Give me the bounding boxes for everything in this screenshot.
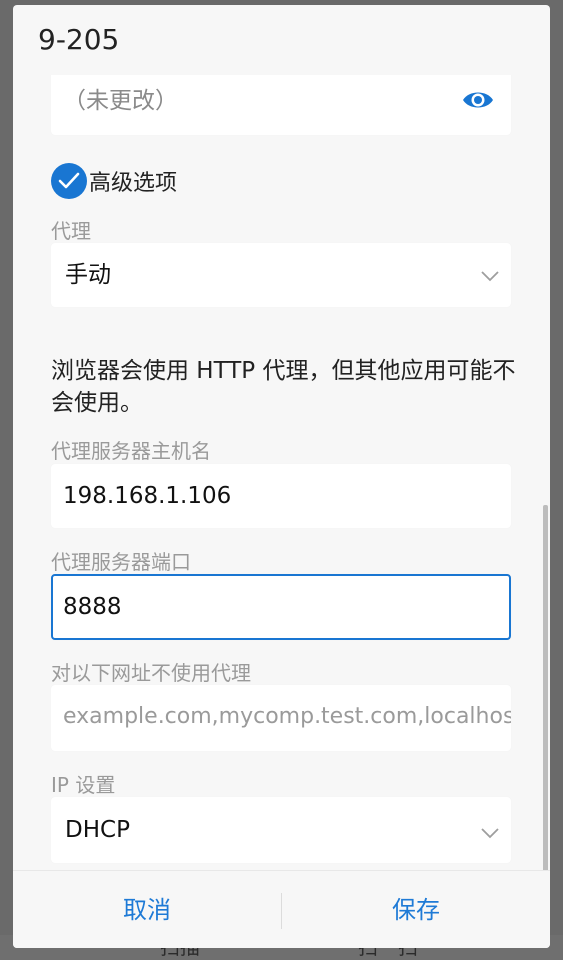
save-button[interactable]: 保存 (282, 871, 550, 948)
proxy-selected-value: 手动 (65, 262, 111, 288)
dialog-title: 9-205 (38, 23, 120, 56)
chevron-down-icon (481, 824, 499, 839)
bypass-field[interactable]: example.com,mycomp.test.com,localhost (51, 685, 511, 751)
proxy-port-field[interactable] (51, 574, 511, 640)
dialog-content[interactable]: （未更改） 高级选项 代理 手动 浏览器会使用 HTTP 代理，但其他应用可能不… (13, 75, 550, 870)
password-value: （未更改） (63, 88, 178, 114)
bypass-placeholder: example.com,mycomp.test.com,localhost (63, 704, 511, 729)
advanced-options-checkbox[interactable]: 高级选项 (51, 161, 177, 201)
proxy-select[interactable]: 手动 (51, 243, 511, 307)
password-field[interactable]: （未更改） (51, 75, 511, 135)
proxy-port-input[interactable] (53, 576, 509, 638)
cancel-button[interactable]: 取消 (13, 871, 281, 948)
wifi-config-dialog: 9-205 （未更改） 高级选项 代理 手动 浏览器会使用 HTTP 代理，但其… (13, 5, 550, 948)
chevron-down-icon (481, 267, 499, 282)
ip-settings-select[interactable]: DHCP (51, 797, 511, 863)
eye-icon[interactable] (461, 85, 495, 115)
proxy-port-label: 代理服务器端口 (51, 550, 191, 574)
checkmark-icon[interactable] (51, 163, 87, 199)
proxy-host-value: 198.168.1.106 (63, 483, 232, 509)
ip-settings-selected-value: DHCP (65, 817, 130, 843)
proxy-host-label: 代理服务器主机名 (51, 439, 211, 463)
scrollbar[interactable] (543, 505, 548, 870)
ip-settings-label: IP 设置 (51, 773, 116, 797)
bypass-label: 对以下网址不使用代理 (51, 661, 251, 685)
proxy-label: 代理 (51, 219, 91, 243)
proxy-host-field[interactable]: 198.168.1.106 (51, 464, 511, 528)
dialog-footer: 取消 保存 (13, 870, 550, 948)
advanced-options-label: 高级选项 (89, 171, 178, 196)
proxy-info-text: 浏览器会使用 HTTP 代理，但其他应用可能不会使用。 (51, 358, 516, 416)
